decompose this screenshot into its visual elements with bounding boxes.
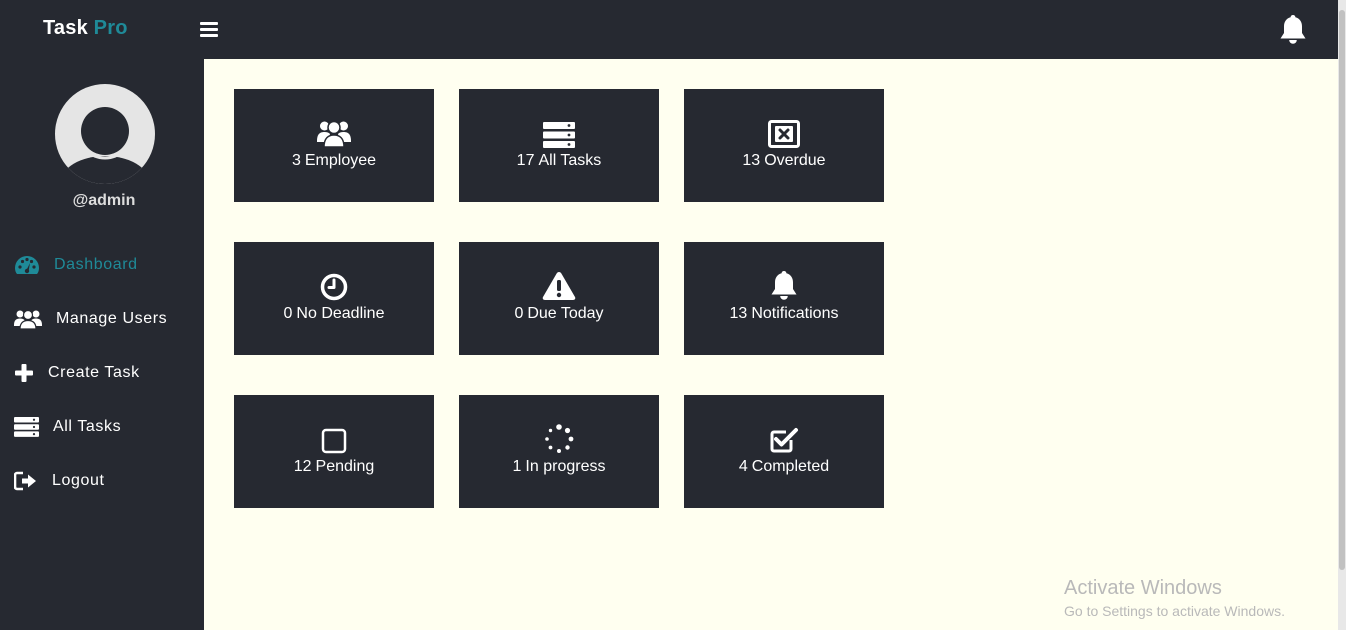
card-employee[interactable]: 3 Employee <box>234 89 434 202</box>
sidebar-item-all-tasks[interactable]: All Tasks <box>14 413 121 441</box>
sidebar-item-label: Logout <box>52 472 105 489</box>
sidebar-item-label: Dashboard <box>54 256 138 273</box>
spinner-icon <box>545 423 574 453</box>
page-scrollbar[interactable] <box>1338 0 1346 630</box>
dashboard-content: 3 Employee 17 All Tasks 13 Overdue 0 No … <box>204 59 1338 630</box>
sidebar-item-label: All Tasks <box>53 418 122 435</box>
top-bar: Task Pro <box>0 0 1338 59</box>
sidebar-item-manage-users[interactable]: Manage Users <box>14 305 167 333</box>
card-label: Notifications <box>751 304 839 322</box>
card-label: Employee <box>304 151 377 169</box>
brand-logo[interactable]: Task Pro <box>43 17 128 40</box>
card-pending[interactable]: 12 Pending <box>234 395 434 508</box>
card-label: In progress <box>525 457 606 475</box>
card-count: 17 <box>516 151 535 169</box>
card-label: All Tasks <box>538 151 602 169</box>
users-icon <box>317 120 351 148</box>
card-label: No Deadline <box>296 304 385 322</box>
bell-icon <box>771 270 797 300</box>
watermark-subtitle: Go to Settings to activate Windows. <box>1064 603 1285 619</box>
card-count: 13 <box>742 151 761 169</box>
card-notifications[interactable]: 13 Notifications <box>684 242 884 355</box>
hamburger-icon <box>200 22 218 37</box>
card-count: 0 <box>283 304 293 322</box>
card-label: Due Today <box>527 304 604 322</box>
card-count: 1 <box>512 457 522 475</box>
card-due-today[interactable]: 0 Due Today <box>459 242 659 355</box>
tasks-icon <box>14 417 39 437</box>
username-label: @admin <box>72 192 136 209</box>
square-icon <box>321 428 347 453</box>
sidebar: @admin Dashboard Manage Users Create Tas… <box>0 59 204 630</box>
logout-icon <box>14 471 36 491</box>
notification-bell-button[interactable] <box>1278 13 1308 45</box>
card-count: 13 <box>729 304 748 322</box>
card-label: Completed <box>751 457 830 475</box>
sidebar-item-create-task[interactable]: Create Task <box>14 359 140 387</box>
card-count: 12 <box>293 457 312 475</box>
scrollbar-thumb[interactable] <box>1339 10 1345 570</box>
overdue-icon <box>768 119 800 148</box>
tasks-icon <box>543 121 575 148</box>
card-all-tasks[interactable]: 17 All Tasks <box>459 89 659 202</box>
card-label: Overdue <box>764 151 826 169</box>
plus-icon <box>15 364 33 382</box>
dashboard-icon <box>15 256 39 274</box>
sidebar-item-dashboard[interactable]: Dashboard <box>14 251 138 279</box>
bell-icon <box>1280 15 1306 44</box>
card-count: 0 <box>514 304 524 322</box>
brand-accent: Pro <box>93 17 128 39</box>
card-no-deadline[interactable]: 0 No Deadline <box>234 242 434 355</box>
watermark-title: Activate Windows <box>1064 577 1222 599</box>
card-completed[interactable]: 4 Completed <box>684 395 884 508</box>
card-count: 3 <box>291 151 301 169</box>
activate-windows-watermark: Activate Windows Go to Settings to activ… <box>1064 577 1285 619</box>
brand-name: Task <box>43 17 88 39</box>
warning-icon <box>542 271 576 300</box>
sidebar-item-label: Create Task <box>48 364 140 381</box>
clock-icon <box>320 273 348 300</box>
card-in-progress[interactable]: 1 In progress <box>459 395 659 508</box>
users-icon <box>14 309 42 330</box>
sidebar-item-label: Manage Users <box>56 310 168 327</box>
card-overdue[interactable]: 13 Overdue <box>684 89 884 202</box>
card-count: 4 <box>738 457 748 475</box>
sidebar-item-logout[interactable]: Logout <box>14 467 105 495</box>
avatar <box>55 84 155 184</box>
card-label: Pending <box>315 457 375 475</box>
menu-toggle-button[interactable] <box>200 19 218 39</box>
check-square-icon <box>770 427 798 452</box>
user-avatar-icon <box>55 84 155 184</box>
